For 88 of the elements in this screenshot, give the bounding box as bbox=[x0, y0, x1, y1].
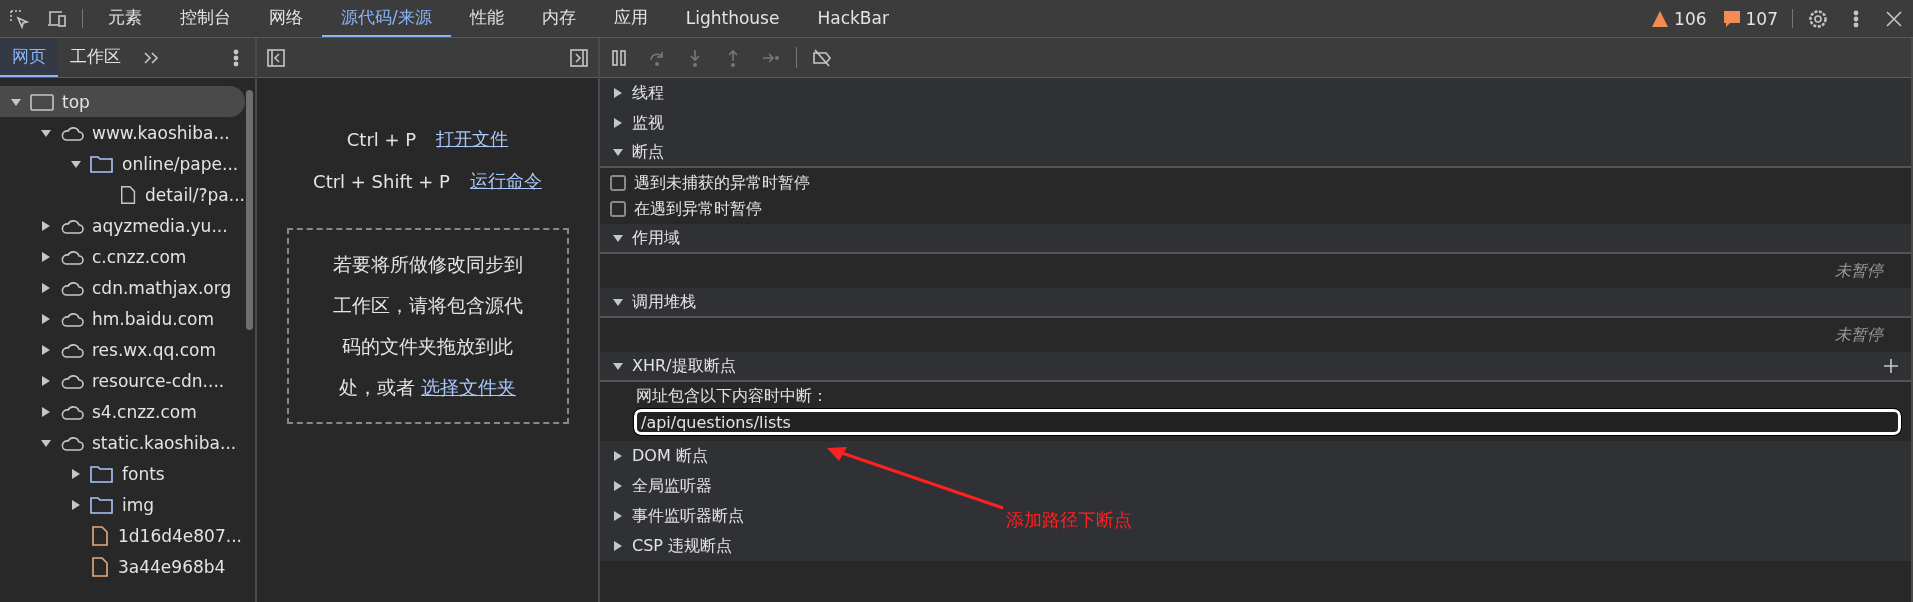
section-header[interactable]: 线程 bbox=[600, 78, 1911, 108]
tree-item[interactable]: cdn.mathjax.org bbox=[0, 272, 245, 303]
status-text: 未暂停 bbox=[1834, 259, 1886, 282]
collapse-arrow-icon bbox=[612, 232, 624, 244]
tree-item[interactable]: s4.cnzz.com bbox=[0, 396, 245, 427]
tree-item[interactable]: fonts bbox=[0, 458, 245, 489]
section-header[interactable]: 断点 bbox=[600, 138, 1911, 168]
navigator-tab[interactable]: 工作区 bbox=[58, 38, 133, 77]
tree-item[interactable]: top bbox=[0, 86, 245, 117]
status-text: 未暂停 bbox=[1834, 323, 1886, 346]
shortcut-keys: Ctrl + P bbox=[346, 128, 417, 150]
annotation-note: 添加路径下断点 bbox=[1006, 508, 1132, 532]
plus-icon[interactable] bbox=[1883, 358, 1899, 374]
expand-arrow-icon bbox=[40, 219, 52, 232]
close-icon bbox=[1884, 8, 1904, 29]
section-header[interactable]: XHR/提取断点 bbox=[600, 352, 1911, 382]
deactivate-breakpoints-icon bbox=[812, 47, 832, 68]
tree-item[interactable]: www.kaoshiba... bbox=[0, 117, 245, 148]
file-icon bbox=[90, 556, 110, 577]
frame-icon bbox=[30, 91, 54, 112]
section-header[interactable]: CSP 违规断点 bbox=[600, 531, 1911, 561]
expand-arrow-icon bbox=[612, 450, 624, 462]
expand-arrow-icon bbox=[612, 540, 624, 552]
issue-icon bbox=[1722, 9, 1741, 28]
workspace-hint: 若要将所做修改同步到工作区，请将包含源代码的文件夹拖放到此处，或者 选择文件夹 bbox=[286, 228, 569, 424]
tree-item[interactable]: res.wx.qq.com bbox=[0, 334, 245, 365]
expand-arrow-icon bbox=[40, 374, 52, 387]
folder-icon bbox=[90, 494, 114, 515]
collapse-arrow-icon bbox=[612, 296, 624, 308]
checkbox-label: 遇到未捕获的异常时暂停 bbox=[634, 172, 810, 194]
expand-arrow-icon bbox=[612, 117, 624, 129]
section-header[interactable]: 全局监听器 bbox=[600, 471, 1911, 501]
tree-item[interactable]: static.kaoshiba... bbox=[0, 427, 245, 458]
panel-tab[interactable]: 元素 bbox=[89, 0, 161, 37]
file-icon bbox=[90, 525, 110, 546]
expand-arrow-icon bbox=[40, 312, 52, 325]
panel-tab[interactable]: 应用 bbox=[594, 0, 667, 37]
section-header[interactable]: 监视 bbox=[600, 108, 1911, 138]
tree-item[interactable]: 3a44e968b4 bbox=[0, 551, 245, 582]
tree-item[interactable]: c.cnzz.com bbox=[0, 241, 245, 272]
panel-tab[interactable]: HackBar bbox=[798, 0, 908, 37]
collapse-arrow-icon bbox=[612, 146, 624, 158]
expand-arrow-icon bbox=[40, 343, 52, 356]
panel-tab[interactable]: Lighthouse bbox=[666, 0, 799, 37]
pause-icon bbox=[609, 47, 629, 68]
navigator-tab[interactable]: 网页 bbox=[0, 38, 58, 77]
expand-arrow-icon bbox=[70, 498, 82, 511]
tree-item[interactable]: detail/?pa... bbox=[0, 179, 245, 210]
expand-arrow-icon bbox=[70, 467, 82, 480]
checkbox[interactable] bbox=[610, 175, 626, 191]
url-caption: 网址包含以下内容时中断： bbox=[635, 385, 829, 407]
tree-item[interactable]: img bbox=[0, 489, 245, 520]
issue-count[interactable]: 107 bbox=[1745, 8, 1778, 29]
warning-count[interactable]: 106 bbox=[1674, 8, 1707, 29]
tree-item[interactable]: aqyzmedia.yu... bbox=[0, 210, 245, 241]
tree-item[interactable]: resource-cdn.... bbox=[0, 365, 245, 396]
section-header[interactable]: 调用堆栈 bbox=[600, 288, 1911, 318]
tree-item[interactable]: hm.baidu.com bbox=[0, 303, 245, 334]
expand-arrow-icon bbox=[612, 480, 624, 492]
file-icon bbox=[118, 184, 138, 205]
settings-icon bbox=[1808, 8, 1828, 29]
panel-tab[interactable]: 网络 bbox=[250, 0, 322, 37]
checkbox-label: 在遇到异常时暂停 bbox=[634, 198, 762, 220]
tree-item[interactable]: online/pape... bbox=[0, 148, 245, 179]
command-link[interactable]: 打开文件 bbox=[436, 127, 509, 151]
expand-arrow-icon bbox=[612, 87, 624, 99]
panel-tab[interactable]: 性能 bbox=[450, 0, 523, 37]
warning-icon bbox=[1651, 9, 1670, 28]
expand-arrow-icon bbox=[40, 250, 52, 263]
scrollbar[interactable] bbox=[246, 90, 253, 330]
expand-arrow-icon bbox=[40, 405, 52, 418]
url-input-field[interactable]: /api/questions/lists bbox=[634, 409, 1901, 435]
select-folder-link[interactable]: 选择文件夹 bbox=[421, 376, 516, 398]
shortcut-keys: Ctrl + Shift + P bbox=[313, 170, 450, 192]
section-header[interactable]: 作用域 bbox=[600, 224, 1911, 254]
expand-arrow-icon bbox=[40, 281, 52, 294]
panel-tab[interactable]: 控制台 bbox=[161, 0, 250, 37]
checkbox[interactable] bbox=[610, 201, 626, 217]
tree-item[interactable]: 1d16d4e807... bbox=[0, 520, 245, 551]
panel-tab[interactable]: 内存 bbox=[522, 0, 595, 37]
section-header[interactable]: DOM 断点 bbox=[600, 441, 1911, 471]
sidebar-toggle-icon bbox=[266, 47, 286, 68]
folder-icon bbox=[90, 463, 114, 484]
sidebar-toggle-icon bbox=[569, 47, 589, 68]
command-link[interactable]: 运行命令 bbox=[469, 169, 542, 193]
collapse-arrow-icon bbox=[612, 360, 624, 372]
expand-arrow-icon bbox=[612, 510, 624, 522]
folder-icon bbox=[90, 153, 114, 174]
